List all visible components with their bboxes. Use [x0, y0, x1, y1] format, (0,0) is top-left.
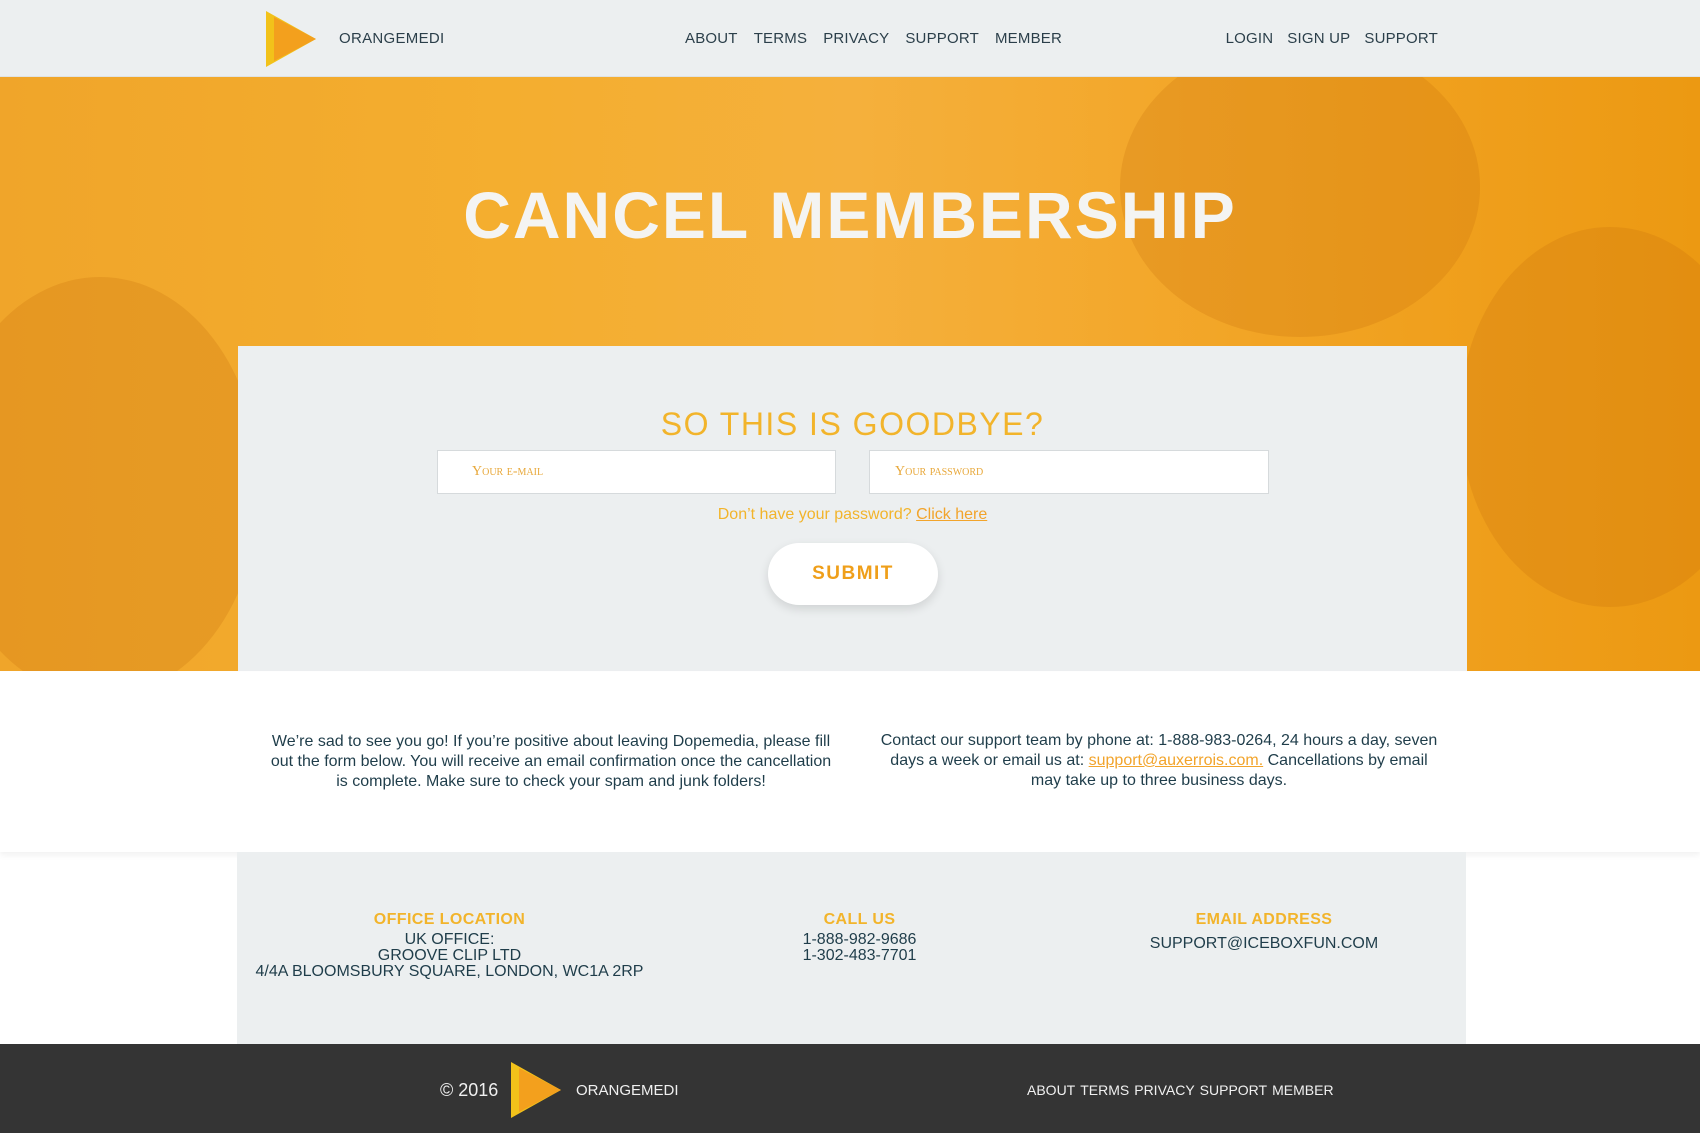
- call-title: CALL US: [823, 911, 896, 928]
- office-location: OFFICE LOCATION UK OFFICE: GROOVE CLIP L…: [237, 912, 662, 980]
- play-triangle-logo-icon[interactable]: [266, 11, 316, 67]
- footer-brand-name[interactable]: ORANGEMEDI: [576, 1082, 679, 1099]
- phone-number[interactable]: 1-888-982-9686: [647, 932, 1072, 948]
- nav-support[interactable]: SUPPORT: [905, 30, 979, 47]
- nav-sign-up[interactable]: SIGN UP: [1287, 30, 1350, 47]
- nav-terms[interactable]: TERMS: [754, 30, 808, 47]
- contact-section: OFFICE LOCATION UK OFFICE: GROOVE CLIP L…: [237, 852, 1466, 1044]
- page-title: CANCEL MEMBERSHIP: [463, 178, 1237, 252]
- nav-member[interactable]: MEMBER: [995, 30, 1062, 47]
- email-title: EMAIL ADDRESS: [1195, 911, 1333, 928]
- hero-decor-shape: [1460, 227, 1700, 607]
- forgot-password-text: Don’t have your password?: [717, 506, 912, 523]
- nav-support-right[interactable]: SUPPORT: [1364, 30, 1438, 47]
- cancel-form-panel: SO THIS IS GOODBYE? Don’t have your pass…: [238, 346, 1467, 671]
- account-nav: LOGIN SIGN UP SUPPORT: [1226, 30, 1438, 47]
- hero-decor-shape: [0, 277, 260, 671]
- contact-email[interactable]: SUPPORT@ICEBOXFUN.COM: [1037, 936, 1491, 952]
- brand-name[interactable]: ORANGEMEDI: [339, 30, 445, 47]
- email-address: EMAIL ADDRESS SUPPORT@ICEBOXFUN.COM: [1037, 912, 1491, 952]
- footer-nav-support[interactable]: SUPPORT: [1200, 1082, 1267, 1098]
- phone-number[interactable]: 1-302-483-7701: [647, 948, 1072, 964]
- footer-nav-about[interactable]: ABOUT: [1027, 1082, 1075, 1098]
- nav-login[interactable]: LOGIN: [1226, 30, 1274, 47]
- support-email-link[interactable]: support@auxerrois.com.: [1089, 752, 1264, 769]
- form-title: SO THIS IS GOODBYE?: [660, 406, 1045, 442]
- support-message: Contact our support team by phone at: 1-…: [874, 731, 1444, 791]
- office-line: 4/4A BLOOMSBURY SQUARE, LONDON, WC1A 2RP: [255, 963, 644, 980]
- submit-button[interactable]: SUBMIT: [768, 543, 938, 605]
- office-line: GROOVE CLIP LTD: [377, 947, 522, 964]
- nav-privacy[interactable]: PRIVACY: [823, 30, 889, 47]
- office-line: UK OFFICE:: [404, 931, 495, 948]
- site-footer: © 2016 ORANGEMEDI ABOUT TERMS PRIVACY SU…: [0, 1044, 1700, 1133]
- main-nav: ABOUT TERMS PRIVACY SUPPORT MEMBER: [685, 30, 1062, 47]
- password-field[interactable]: [869, 450, 1269, 494]
- email-field[interactable]: [437, 450, 836, 494]
- play-triangle-logo-icon[interactable]: [511, 1062, 561, 1118]
- site-header: ORANGEMEDI ABOUT TERMS PRIVACY SUPPORT M…: [0, 0, 1700, 77]
- nav-about[interactable]: ABOUT: [685, 30, 738, 47]
- footer-nav: ABOUT TERMS PRIVACY SUPPORT MEMBER: [1027, 1082, 1334, 1098]
- footer-nav-terms[interactable]: TERMS: [1080, 1082, 1129, 1098]
- footer-nav-member[interactable]: MEMBER: [1272, 1082, 1333, 1098]
- forgot-password-row: Don’t have your password? Click here: [238, 506, 1467, 524]
- copyright: © 2016: [440, 1080, 499, 1100]
- goodbye-message: We’re sad to see you go! If you’re posit…: [270, 733, 832, 790]
- call-us: CALL US 1-888-982-9686 1-302-483-7701: [647, 912, 1072, 964]
- office-title: OFFICE LOCATION: [373, 911, 526, 928]
- footer-nav-privacy[interactable]: PRIVACY: [1134, 1082, 1194, 1098]
- forgot-password-link[interactable]: Click here: [916, 506, 987, 523]
- info-section: We’re sad to see you go! If you’re posit…: [0, 672, 1700, 852]
